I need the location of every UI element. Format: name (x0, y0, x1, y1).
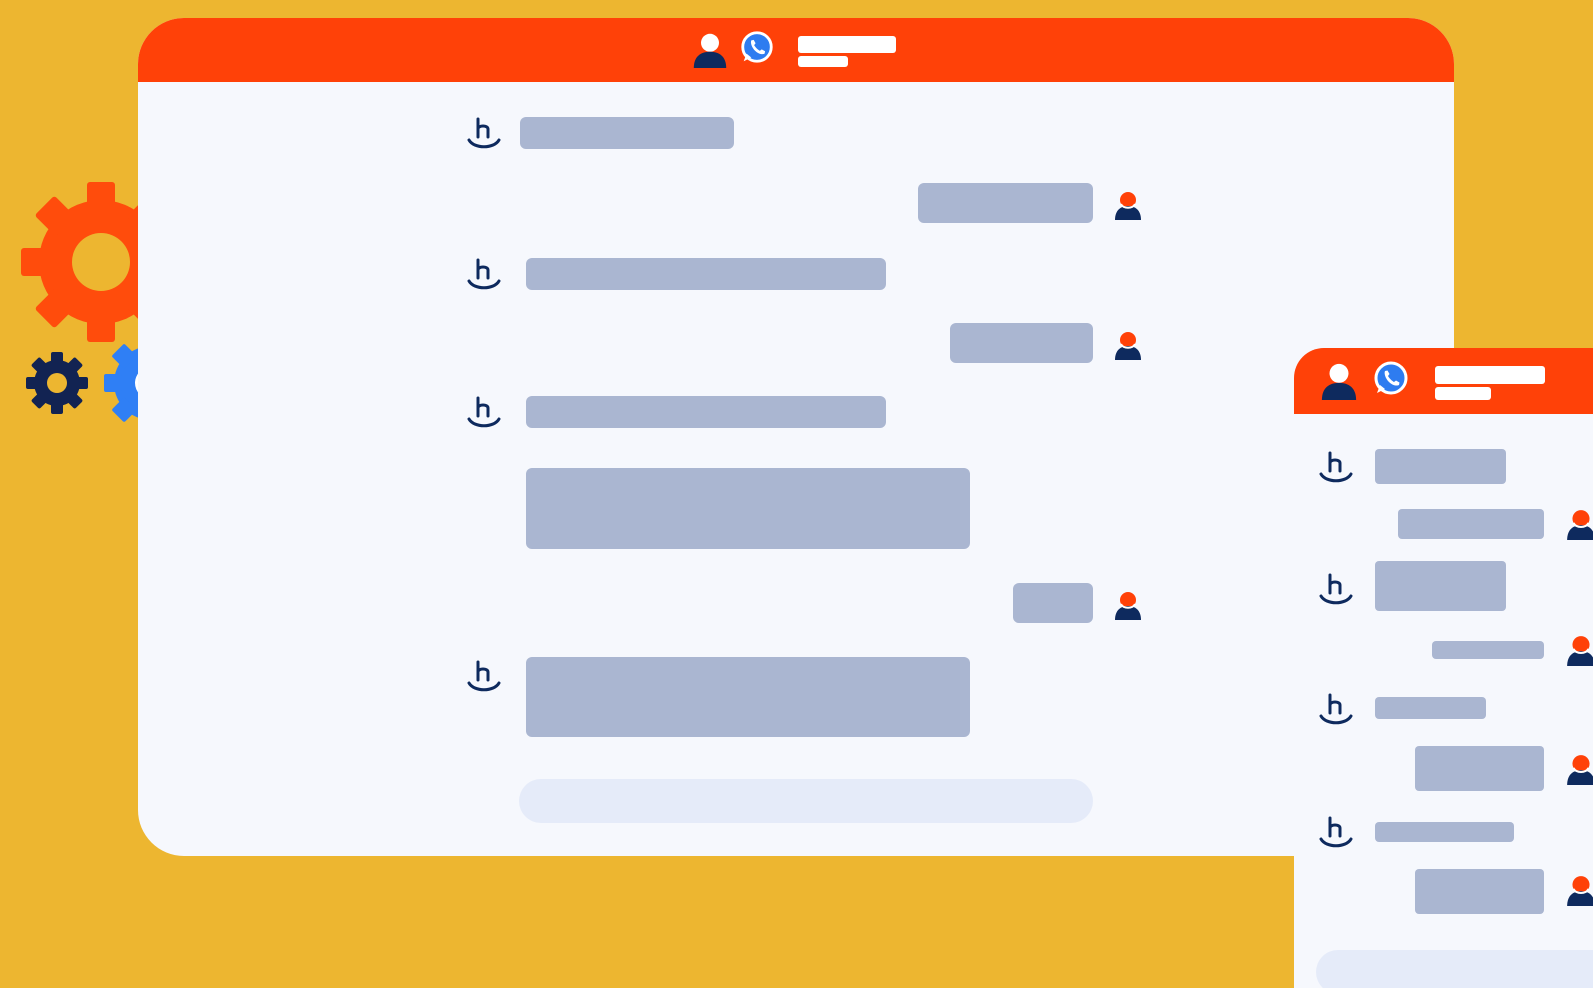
message-input (519, 779, 1093, 823)
bot-message-bubble (1375, 449, 1506, 484)
whatsapp-icon (741, 31, 773, 63)
main-chat-window (138, 18, 1454, 856)
bot-message-bubble (1375, 697, 1486, 719)
message-input (1316, 950, 1593, 988)
bot-message-bubble (1375, 822, 1514, 842)
header-title-bar (1435, 366, 1545, 384)
bot-message-bubble (520, 117, 734, 149)
main-window-header (138, 18, 1454, 82)
user-message-bubble (1415, 869, 1544, 914)
whatsapp-icon (1374, 361, 1408, 395)
bot-message-bubble (526, 468, 970, 549)
bot-message-bubble (526, 396, 886, 428)
illustration-scene (0, 0, 1593, 988)
header-title-bar (798, 36, 896, 53)
user-message-bubble (918, 183, 1093, 223)
user-message-bubble (1398, 509, 1544, 539)
user-message-bubble (1013, 583, 1093, 623)
bot-message-bubble (526, 258, 886, 290)
header-subtitle-bar (1435, 387, 1491, 400)
user-message-bubble (1432, 641, 1544, 659)
header-subtitle-bar (798, 56, 848, 67)
bot-message-bubble (1375, 561, 1506, 611)
side-chat-window (1294, 348, 1593, 988)
bot-message-bubble (526, 657, 970, 737)
user-message-bubble (1415, 746, 1544, 791)
user-message-bubble (950, 323, 1093, 363)
gear-icon (26, 352, 88, 414)
